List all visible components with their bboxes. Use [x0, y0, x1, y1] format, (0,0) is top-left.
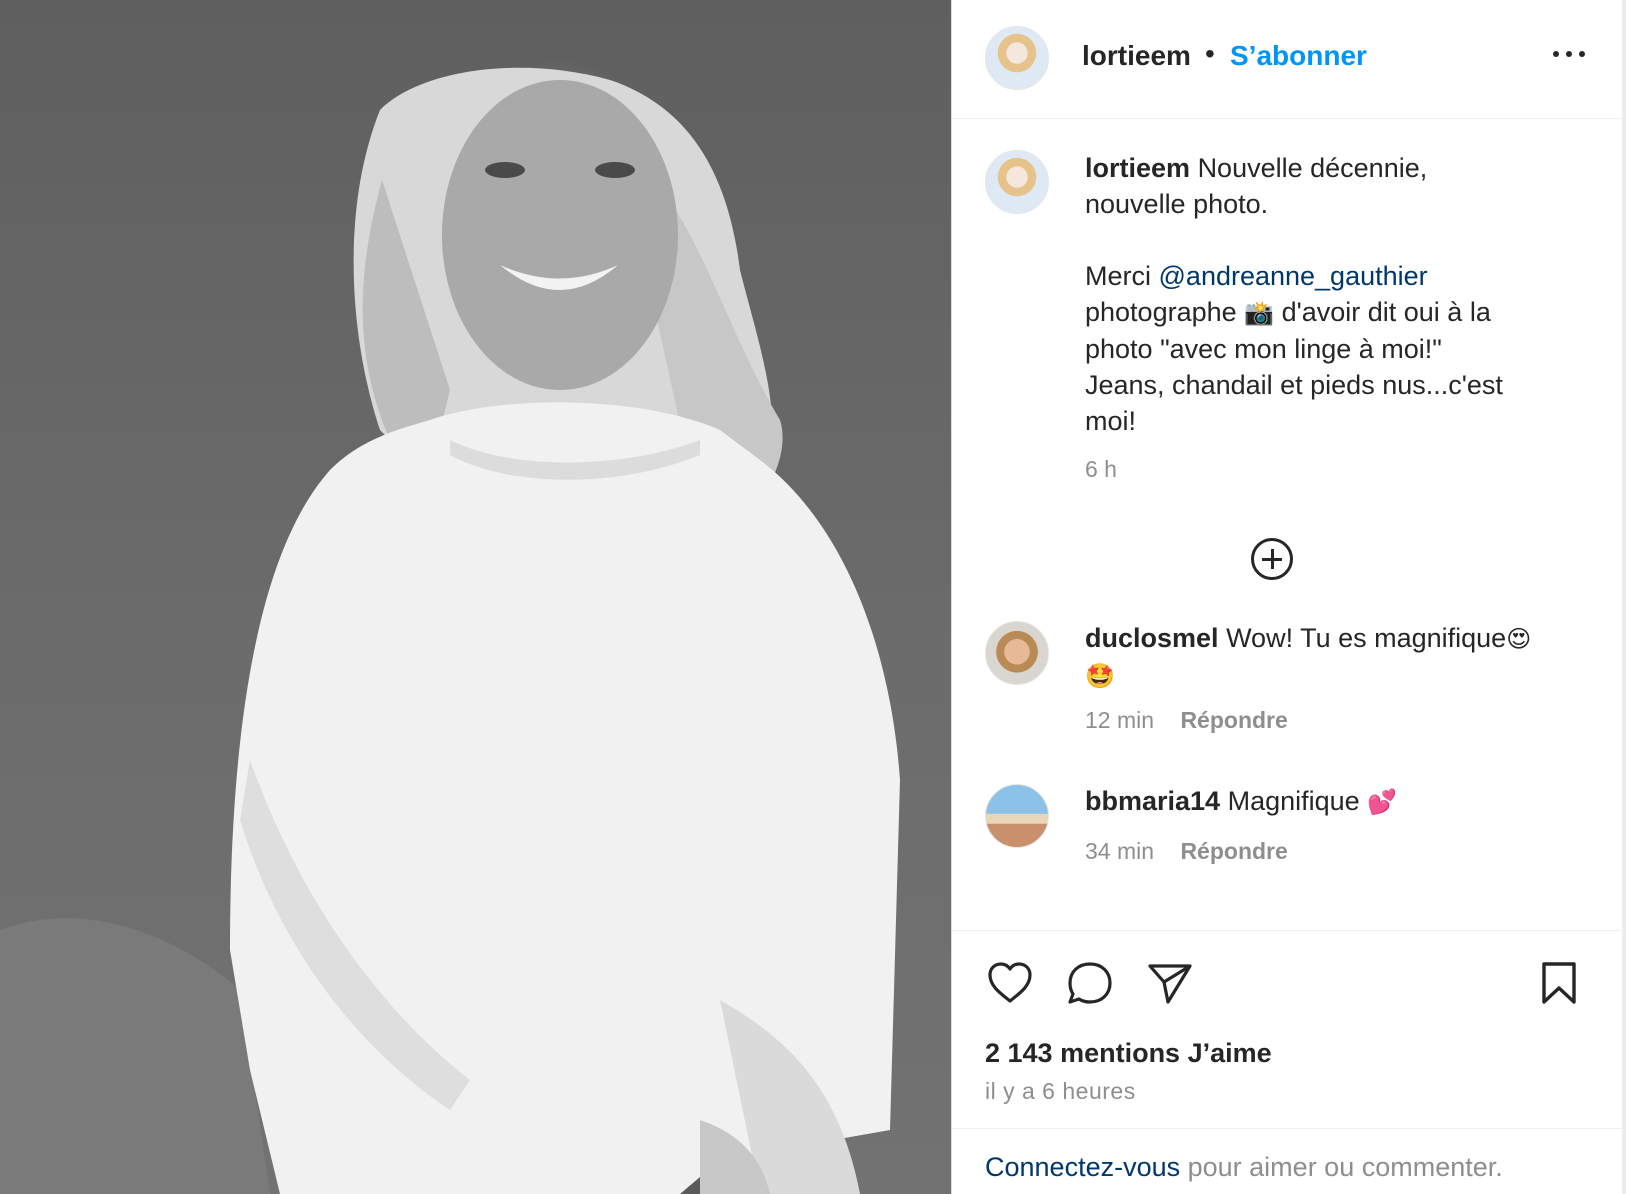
- comment-1-username[interactable]: duclosmel: [1085, 623, 1219, 653]
- post-header: lortieem • S’abonner: [952, 0, 1622, 119]
- login-link[interactable]: Connectez-vous: [985, 1152, 1180, 1182]
- caption-line2: nouvelle photo.: [1085, 189, 1269, 219]
- comment-bubble-icon[interactable]: [1065, 959, 1115, 1007]
- comment-2-text: Magnifique: [1227, 786, 1360, 816]
- caption-username[interactable]: lortieem: [1085, 153, 1190, 183]
- follow-button[interactable]: S’abonner: [1230, 40, 1367, 72]
- caption-merci: Merci: [1085, 261, 1151, 291]
- actions-divider: [952, 930, 1622, 931]
- comment-2-emoji: 💕: [1367, 788, 1398, 816]
- login-prompt-text: pour aimer ou commenter.: [1187, 1152, 1503, 1182]
- author-avatar[interactable]: [985, 26, 1049, 90]
- caption-line5: photo "avec mon linge à moi!": [1085, 334, 1442, 364]
- comment-2-meta: 34 min Répondre: [1085, 838, 1288, 865]
- caption-line7: moi!: [1085, 406, 1137, 436]
- caption-avatar[interactable]: [985, 150, 1049, 214]
- bookmark-icon[interactable]: [1538, 960, 1580, 1006]
- camera-emoji: 📸: [1244, 299, 1275, 327]
- comment-2-time: 34 min: [1085, 838, 1155, 864]
- login-prompt: Connectez-vous pour aimer ou commenter.: [985, 1152, 1503, 1183]
- more-options-icon[interactable]: [1553, 44, 1593, 64]
- comment-1-text: Wow! Tu es magnifique: [1226, 623, 1507, 653]
- author-username[interactable]: lortieem: [1082, 40, 1191, 72]
- likes-count[interactable]: 2 143 mentions J’aime: [985, 1038, 1272, 1069]
- comment-avatar-duclosmel[interactable]: [985, 621, 1049, 685]
- posted-time: il y a 6 heures: [985, 1078, 1136, 1104]
- login-divider: [952, 1128, 1622, 1129]
- caption-line4b: d'avoir dit oui à la: [1281, 297, 1491, 327]
- post-photo[interactable]: [0, 0, 951, 1194]
- plus-circle-icon[interactable]: [1251, 538, 1293, 580]
- header-separator: •: [1205, 38, 1215, 69]
- heart-icon[interactable]: [985, 959, 1035, 1007]
- comment-avatar-bbmaria14[interactable]: [985, 784, 1049, 848]
- comment-1-emoji-2: 🤩: [1085, 662, 1115, 690]
- paper-plane-icon[interactable]: [1146, 960, 1194, 1006]
- comment-1: duclosmel Wow! Tu es magnifique😍 🤩: [1085, 620, 1585, 694]
- portrait-illustration: [0, 67, 900, 1194]
- comment-1-reply-button[interactable]: Répondre: [1180, 707, 1287, 733]
- comment-2-reply-button[interactable]: Répondre: [1180, 838, 1287, 864]
- caption-time: 6 h: [1085, 456, 1117, 482]
- mention-link[interactable]: @andreanne_gauthier: [1159, 261, 1428, 291]
- comment-1-emoji-1: 😍: [1506, 625, 1532, 653]
- post-caption: lortieem Nouvelle décennie, nouvelle pho…: [1085, 150, 1585, 487]
- caption-line6: Jeans, chandail et pieds nus...c'est: [1085, 370, 1503, 400]
- comment-1-meta: 12 min Répondre: [1085, 707, 1288, 734]
- window-right-edge: [1622, 0, 1626, 1194]
- caption-line1: Nouvelle décennie,: [1197, 153, 1428, 183]
- comment-2: bbmaria14 Magnifique 💕: [1085, 783, 1585, 820]
- post-sidebar: lortieem • S’abonner lortieem Nouvelle d…: [951, 0, 1626, 1194]
- comment-2-username[interactable]: bbmaria14: [1085, 786, 1220, 816]
- comment-1-time: 12 min: [1085, 707, 1155, 733]
- caption-line4a: photographe: [1085, 297, 1237, 327]
